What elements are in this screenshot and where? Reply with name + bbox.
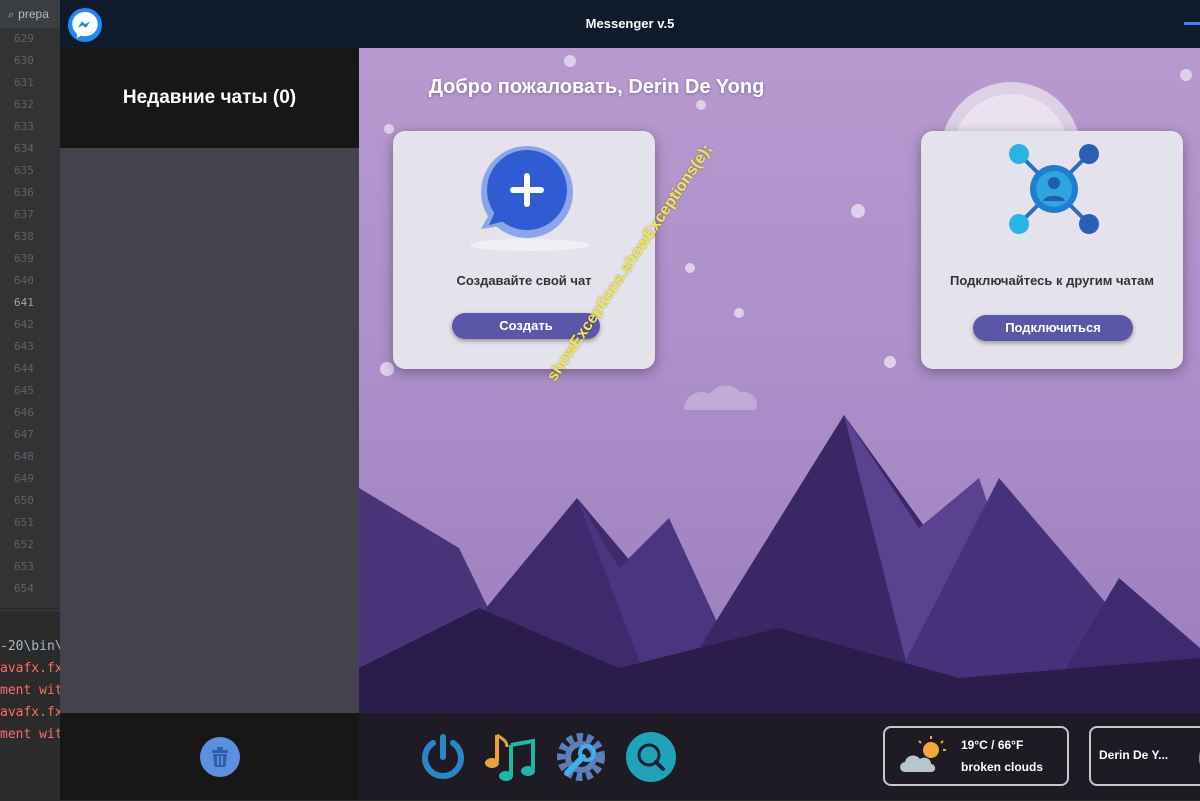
settings-icon[interactable] — [555, 731, 607, 783]
line-number-current: 641 — [14, 296, 34, 309]
line-number: 643 — [14, 340, 34, 353]
ide-search-text: prepa — [18, 7, 49, 21]
console-line: -20\bin\ — [0, 639, 60, 654]
chat-bubble-plus-icon — [470, 146, 590, 251]
console-line: avafx.fx — [0, 705, 60, 720]
power-icon[interactable] — [417, 731, 469, 783]
line-number: 634 — [14, 142, 34, 155]
ide-background: ⌕ prepa 629 630 631 632 633 634 635 636 6… — [0, 0, 60, 801]
line-number: 639 — [14, 252, 34, 265]
window-title: Messenger v.5 — [585, 16, 675, 31]
ide-search-field[interactable]: ⌕ prepa — [0, 0, 60, 29]
line-number: 629 — [14, 32, 34, 45]
welcome-heading: Добро пожаловать, Derin De Yong — [428, 76, 765, 98]
ide-line-gutter: 629 630 631 632 633 634 635 636 637 638 … — [0, 28, 60, 608]
line-number: 633 — [14, 120, 34, 133]
connect-button[interactable]: Подключиться — [973, 315, 1133, 341]
line-number: 647 — [14, 428, 34, 441]
line-number: 632 — [14, 98, 34, 111]
line-number: 638 — [14, 230, 34, 243]
line-number: 636 — [14, 186, 34, 199]
line-number: 645 — [14, 384, 34, 397]
line-number: 652 — [14, 538, 34, 551]
line-number: 646 — [14, 406, 34, 419]
ide-console: -20\bin\ avafx.fx ment wit avafx.fx ment… — [0, 610, 60, 801]
title-bar[interactable]: Messenger v.5 — [60, 0, 1200, 48]
trash-button[interactable] — [200, 737, 240, 777]
user-name: Derin De Y... — [1099, 748, 1169, 762]
console-line: ment wit — [0, 683, 60, 698]
line-number: 637 — [14, 208, 34, 221]
connect-chat-card: Подключайтесь к другим чатам Подключитьс… — [921, 131, 1183, 369]
line-number: 654 — [14, 582, 34, 595]
line-number: 635 — [14, 164, 34, 177]
line-number: 648 — [14, 450, 34, 463]
line-number: 653 — [14, 560, 34, 573]
line-number: 650 — [14, 494, 34, 507]
line-number: 640 — [14, 274, 34, 287]
connect-chat-text: Подключайтесь к другим чатам — [950, 273, 1154, 288]
search-icon[interactable] — [625, 731, 677, 783]
window-control-accent[interactable] — [1184, 22, 1200, 25]
sidebar-footer — [60, 713, 359, 800]
recent-chats-header: Недавние чаты (0) — [60, 48, 359, 148]
line-number: 642 — [14, 318, 34, 331]
line-number: 630 — [14, 54, 34, 67]
main-panel: Добро пожаловать, Derin De Yong Создавай… — [359, 48, 1200, 713]
console-line: avafx.fx — [0, 661, 60, 676]
music-icon[interactable] — [483, 731, 535, 783]
weather-widget[interactable]: 19°C / 66°F broken clouds — [883, 726, 1069, 786]
messenger-window: Messenger v.5 Недавние чаты (0) Добро по… — [60, 0, 1200, 800]
line-number: 644 — [14, 362, 34, 375]
line-number: 651 — [14, 516, 34, 529]
line-number: 631 — [14, 76, 34, 89]
partly-cloudy-icon — [900, 736, 946, 772]
trash-icon — [212, 747, 228, 767]
create-chat-card: Создавайте свой чат Создать — [393, 131, 655, 369]
bottom-taskbar: 19°C / 66°F broken clouds Derin De Y... — [359, 713, 1200, 800]
weather-temperature: 19°C / 66°F — [961, 738, 1024, 752]
recent-chats-sidebar: Недавние чаты (0) — [60, 48, 359, 800]
user-profile-widget[interactable]: Derin De Y... — [1089, 726, 1200, 786]
line-number: 649 — [14, 472, 34, 485]
weather-description: broken clouds — [961, 760, 1044, 774]
search-icon: ⌕ — [8, 9, 15, 21]
console-line: ment wit — [0, 727, 60, 742]
network-icon — [1009, 144, 1099, 234]
